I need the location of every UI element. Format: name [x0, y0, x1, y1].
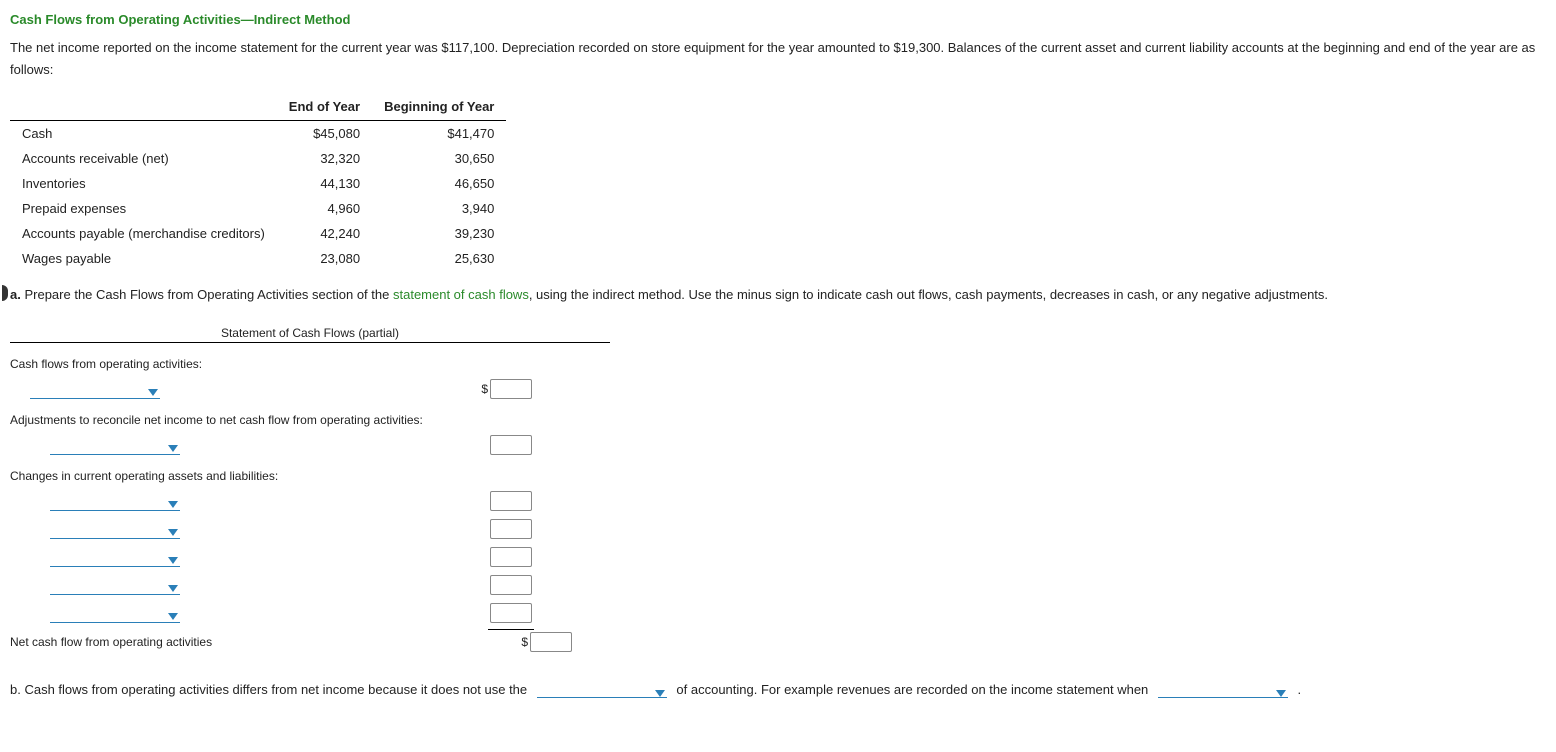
chevron-down-icon [655, 690, 665, 697]
dropdown-net-income[interactable] [30, 382, 160, 399]
chevron-down-icon [168, 613, 178, 620]
table-row: Inventories 44,130 46,650 [10, 171, 506, 196]
qa-link: statement of cash flows [393, 287, 529, 302]
table-row: Accounts payable (merchandise creditors)… [10, 221, 506, 246]
row-beg: 3,940 [372, 196, 506, 221]
question-b: b. Cash flows from operating activities … [10, 680, 1546, 701]
row-beg: 30,650 [372, 146, 506, 171]
intro-text: The net income reported on the income st… [10, 37, 1546, 81]
qb-letter: b. [10, 682, 21, 697]
row-end: 4,960 [277, 196, 372, 221]
qb-t1: Cash flows from operating activities dif… [24, 682, 527, 697]
row-label: Inventories [10, 171, 277, 196]
qb-t2: of accounting. For example revenues are … [676, 682, 1148, 697]
col-end: End of Year [277, 93, 372, 121]
dropdown-depreciation[interactable] [50, 438, 180, 455]
balances-table: End of Year Beginning of Year Cash $45,0… [10, 93, 506, 271]
row-end: 23,080 [277, 246, 372, 271]
dropdown-basis[interactable] [537, 683, 667, 698]
chevron-down-icon [148, 389, 158, 396]
page-title: Cash Flows from Operating Activities—Ind… [10, 12, 1546, 27]
table-row: Accounts receivable (net) 32,320 30,650 [10, 146, 506, 171]
dropdown-change-4[interactable] [50, 578, 180, 595]
ws-section-changes: Changes in current operating assets and … [10, 469, 480, 483]
title-part1: Cash Flows from Operating Activities [10, 12, 241, 27]
input-net-cashflow[interactable] [530, 632, 572, 652]
ws-net-label: Net cash flow from operating activities [10, 635, 520, 649]
input-change-2[interactable] [490, 519, 532, 539]
worksheet: Statement of Cash Flows (partial) Cash f… [10, 326, 1546, 652]
row-end: $45,080 [277, 121, 372, 147]
row-beg: $41,470 [372, 121, 506, 147]
col-blank [10, 93, 277, 121]
chevron-down-icon [168, 529, 178, 536]
col-beg: Beginning of Year [372, 93, 506, 121]
input-change-4[interactable] [490, 575, 532, 595]
row-label: Cash [10, 121, 277, 147]
ws-section-adj: Adjustments to reconcile net income to n… [10, 413, 480, 427]
dropdown-change-3[interactable] [50, 550, 180, 567]
qa-pre: Prepare the Cash Flows from Operating Ac… [24, 287, 393, 302]
input-net-income[interactable] [490, 379, 532, 399]
input-depreciation[interactable] [490, 435, 532, 455]
row-beg: 39,230 [372, 221, 506, 246]
dropdown-change-1[interactable] [50, 494, 180, 511]
qb-t3: . [1298, 682, 1302, 697]
question-a: a. Prepare the Cash Flows from Operating… [10, 285, 1546, 306]
table-row: Wages payable 23,080 25,630 [10, 246, 506, 271]
row-beg: 25,630 [372, 246, 506, 271]
title-dash: — [241, 12, 254, 27]
row-label: Accounts receivable (net) [10, 146, 277, 171]
ws-section-op: Cash flows from operating activities: [10, 357, 480, 371]
dollar-sign: $ [480, 382, 488, 396]
subtotal-rule [488, 629, 534, 630]
input-change-5[interactable] [490, 603, 532, 623]
row-end: 44,130 [277, 171, 372, 196]
chevron-down-icon [1276, 690, 1286, 697]
row-beg: 46,650 [372, 171, 506, 196]
chevron-down-icon [168, 557, 178, 564]
row-label: Prepaid expenses [10, 196, 277, 221]
dropdown-when[interactable] [1158, 683, 1288, 698]
row-end: 32,320 [277, 146, 372, 171]
table-row: Prepaid expenses 4,960 3,940 [10, 196, 506, 221]
input-change-1[interactable] [490, 491, 532, 511]
chevron-down-icon [168, 445, 178, 452]
qa-letter: a. [10, 287, 21, 302]
row-label: Accounts payable (merchandise creditors) [10, 221, 277, 246]
chevron-down-icon [168, 585, 178, 592]
table-row: Cash $45,080 $41,470 [10, 121, 506, 147]
question-marker-icon [2, 285, 8, 301]
qa-post: , using the indirect method. Use the min… [529, 287, 1328, 302]
title-part2: Indirect Method [254, 12, 351, 27]
row-end: 42,240 [277, 221, 372, 246]
chevron-down-icon [168, 501, 178, 508]
dollar-sign: $ [520, 635, 528, 649]
row-label: Wages payable [10, 246, 277, 271]
input-change-3[interactable] [490, 547, 532, 567]
worksheet-title: Statement of Cash Flows (partial) [10, 326, 610, 343]
dropdown-change-5[interactable] [50, 606, 180, 623]
dropdown-change-2[interactable] [50, 522, 180, 539]
